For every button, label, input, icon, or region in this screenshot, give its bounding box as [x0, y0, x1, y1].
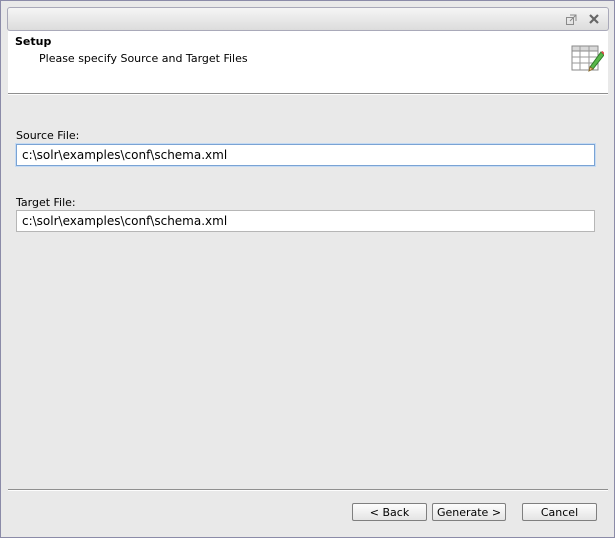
- source-file-input[interactable]: [16, 144, 595, 166]
- dialog-window: Setup Please specify Source and Target F…: [0, 0, 615, 538]
- title-bar[interactable]: [7, 7, 609, 31]
- close-icon[interactable]: [586, 11, 602, 27]
- generate-button[interactable]: Generate >: [432, 503, 506, 521]
- back-button[interactable]: < Back: [352, 503, 427, 521]
- page-title: Setup: [15, 35, 52, 48]
- footer-separator: [8, 489, 608, 491]
- restore-window-icon[interactable]: [563, 11, 579, 27]
- page-subtitle: Please specify Source and Target Files: [39, 52, 248, 65]
- header-panel: Setup Please specify Source and Target F…: [8, 31, 608, 93]
- table-edit-icon: [570, 40, 605, 74]
- target-file-input[interactable]: [16, 210, 595, 232]
- cancel-button[interactable]: Cancel: [522, 503, 597, 521]
- source-file-label: Source File:: [16, 129, 80, 142]
- header-separator: [8, 93, 608, 95]
- target-file-label: Target File:: [16, 196, 76, 209]
